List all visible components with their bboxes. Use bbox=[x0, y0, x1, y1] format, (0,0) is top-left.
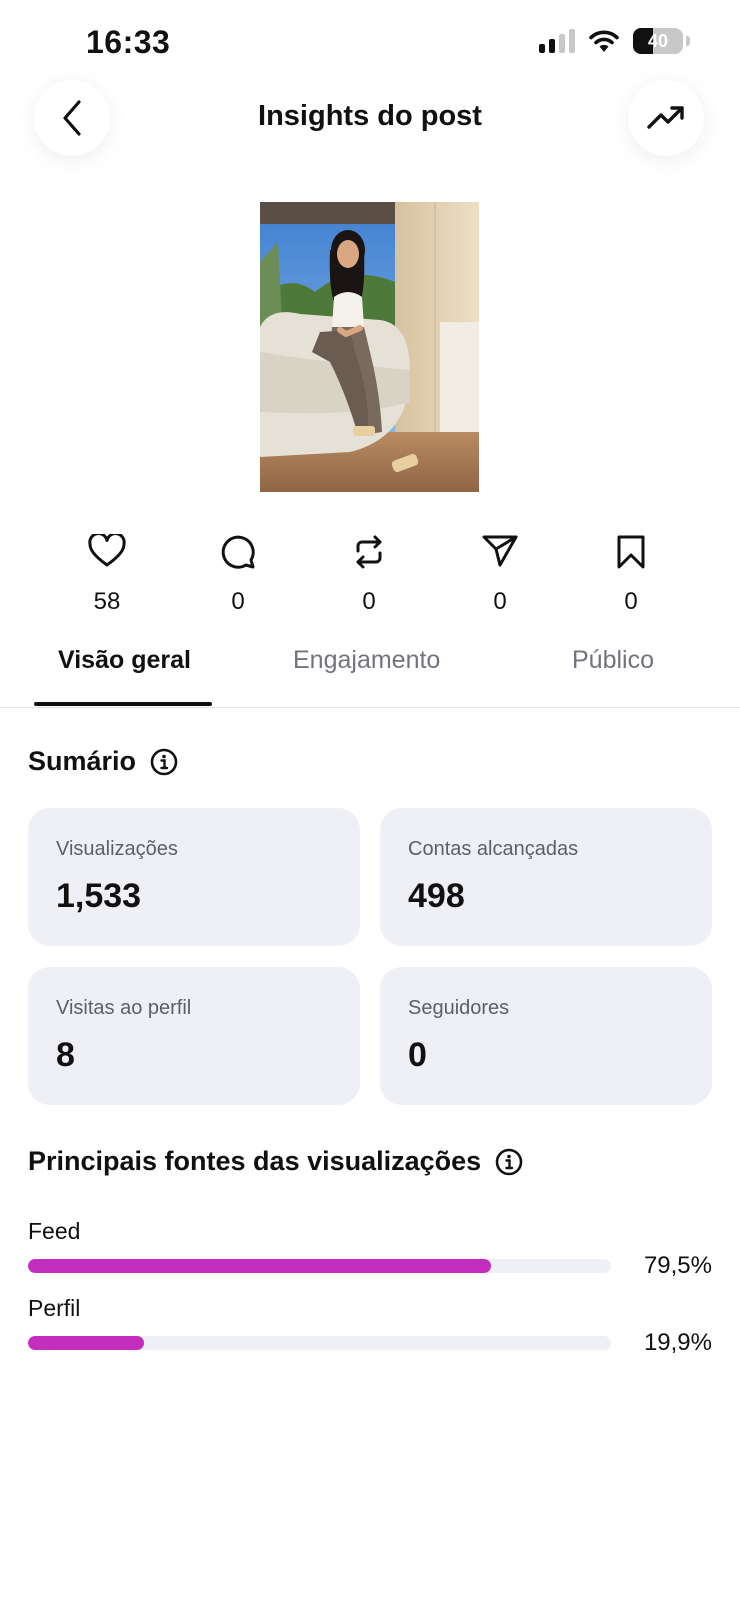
share-icon bbox=[482, 535, 518, 567]
card-label: Visualizações bbox=[56, 838, 178, 860]
source-percent-profile: 19,9% bbox=[643, 1329, 712, 1356]
summary-card-profile-visits[interactable]: Visitas ao perfil 8 bbox=[28, 967, 360, 1105]
heart-icon bbox=[88, 534, 126, 567]
source-label-feed: Feed bbox=[28, 1218, 81, 1244]
source-bar-fill bbox=[28, 1259, 492, 1273]
stat-likes-value: 58 bbox=[93, 588, 121, 615]
source-bar-feed bbox=[28, 1259, 611, 1273]
sources-title: Principais fontes das visualizações bbox=[28, 1146, 482, 1176]
status-time: 16:33 bbox=[86, 24, 171, 60]
battery-level: 40 bbox=[647, 30, 669, 51]
summary-card-views[interactable]: Visualizações 1,533 bbox=[28, 808, 360, 946]
stat-shares[interactable]: 0 bbox=[445, 534, 555, 616]
stat-saves[interactable]: 0 bbox=[576, 534, 686, 616]
info-icon[interactable] bbox=[150, 748, 178, 776]
stat-shares-value: 0 bbox=[493, 588, 507, 615]
card-value: 498 bbox=[408, 877, 465, 915]
summary-card-followers[interactable]: Seguidores 0 bbox=[380, 967, 712, 1105]
status-bar: 16:33 40 bbox=[0, 0, 740, 80]
battery-icon: 40 bbox=[633, 28, 683, 54]
card-value: 8 bbox=[56, 1036, 75, 1074]
summary-heading: Sumário bbox=[28, 746, 178, 777]
status-icons: 40 bbox=[539, 28, 690, 54]
stat-likes[interactable]: 58 bbox=[52, 534, 162, 616]
source-bar-fill bbox=[28, 1336, 145, 1350]
bookmark-icon bbox=[617, 535, 645, 569]
card-value: 1,533 bbox=[56, 877, 142, 915]
source-percent-feed: 79,5% bbox=[643, 1252, 712, 1279]
tab-overview[interactable]: Visão geral bbox=[58, 646, 191, 675]
info-icon[interactable] bbox=[495, 1148, 523, 1176]
post-image bbox=[260, 202, 479, 492]
stat-reposts[interactable]: 0 bbox=[314, 534, 424, 616]
stat-comments-value: 0 bbox=[231, 588, 245, 615]
card-label: Visitas ao perfil bbox=[56, 997, 192, 1019]
card-label: Contas alcançadas bbox=[408, 838, 579, 860]
summary-title: Sumário bbox=[28, 746, 137, 776]
source-label-profile: Perfil bbox=[28, 1295, 81, 1321]
trending-up-icon bbox=[647, 106, 684, 129]
repost-icon bbox=[356, 535, 382, 569]
active-tab-indicator bbox=[34, 702, 212, 706]
card-value: 0 bbox=[408, 1036, 427, 1074]
insights-tabs: Visão geral Engajamento Público bbox=[0, 646, 740, 708]
tab-audience[interactable]: Público bbox=[572, 646, 654, 675]
wifi-icon bbox=[589, 30, 619, 52]
tab-engagement[interactable]: Engajamento bbox=[293, 646, 440, 675]
trending-button[interactable] bbox=[628, 80, 704, 156]
stat-reposts-value: 0 bbox=[362, 588, 376, 615]
sources-heading: Principais fontes das visualizações bbox=[28, 1146, 523, 1177]
source-bar-profile bbox=[28, 1336, 611, 1350]
stat-saves-value: 0 bbox=[624, 588, 638, 615]
summary-card-accounts-reached[interactable]: Contas alcançadas 498 bbox=[380, 808, 712, 946]
comment-icon bbox=[221, 535, 255, 569]
battery-tip bbox=[686, 36, 690, 46]
stat-comments[interactable]: 0 bbox=[183, 534, 293, 616]
post-thumbnail[interactable] bbox=[260, 202, 479, 492]
card-label: Seguidores bbox=[408, 997, 510, 1019]
cellular-signal-icon bbox=[539, 29, 575, 53]
